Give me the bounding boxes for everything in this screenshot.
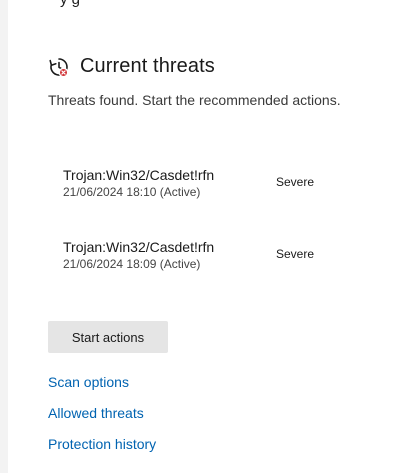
threat-severity: Severe bbox=[276, 175, 315, 189]
threat-severity: Severe bbox=[276, 247, 315, 261]
protection-history-link[interactable]: Protection history bbox=[48, 436, 156, 452]
section-title: Current threats bbox=[80, 55, 215, 77]
threat-item[interactable]: Trojan:Win32/Casdet!rfn 21/06/2024 18:10… bbox=[63, 166, 363, 200]
threat-date: 21/06/2024 18:10 (Active) bbox=[63, 185, 201, 199]
start-actions-button[interactable]: Start actions bbox=[48, 321, 168, 353]
left-pane-edge bbox=[0, 0, 8, 473]
clipped-header-text: y g bbox=[60, 0, 80, 8]
threat-name: Trojan:Win32/Casdet!rfn bbox=[63, 239, 215, 255]
section-subtitle: Threats found. Start the recommended act… bbox=[48, 92, 341, 108]
windows-security-threats-panel: y g Current threats Threats found. Start… bbox=[0, 0, 418, 473]
clock-history-alert-icon bbox=[48, 56, 70, 78]
threat-item[interactable]: Trojan:Win32/Casdet!rfn 21/06/2024 18:09… bbox=[63, 238, 363, 272]
scan-options-link[interactable]: Scan options bbox=[48, 374, 129, 390]
allowed-threats-link[interactable]: Allowed threats bbox=[48, 405, 144, 421]
current-threats-header: Current threats bbox=[48, 55, 215, 78]
threat-name: Trojan:Win32/Casdet!rfn bbox=[63, 167, 215, 183]
threat-date: 21/06/2024 18:09 (Active) bbox=[63, 257, 201, 271]
